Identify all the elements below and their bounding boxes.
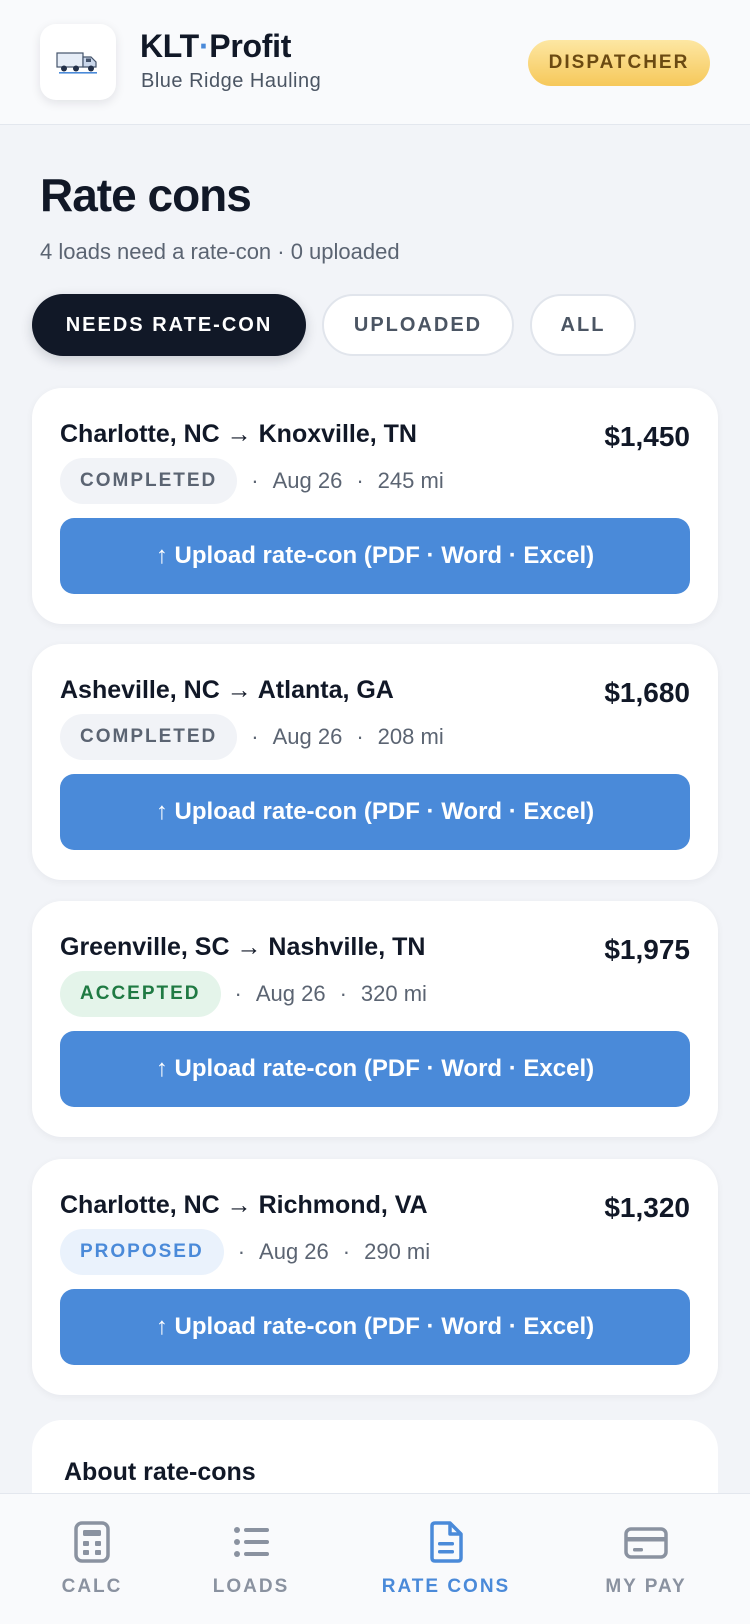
separator: ·: [234, 981, 242, 1006]
nav-label: RATE CONS: [381, 1576, 511, 1597]
truck-logo-icon: [56, 52, 97, 74]
nav-loads[interactable]: LOADS: [206, 1494, 296, 1624]
load-date: Aug 26: [255, 981, 326, 1006]
load-miles: 208 mi: [377, 724, 444, 749]
load-price: $1,450: [604, 421, 690, 452]
credit-card-icon: [624, 1527, 668, 1559]
tab-needs-rate-con[interactable]: NEEDS RATE-CON: [32, 294, 306, 356]
tab-all[interactable]: ALL: [530, 294, 636, 356]
about-title: About rate-cons: [64, 1458, 256, 1486]
load-date: Aug 26: [272, 468, 343, 493]
app-title-part: KLT: [140, 28, 199, 64]
load-price: $1,975: [604, 934, 690, 965]
separator: ·: [251, 468, 259, 493]
load-date: Aug 26: [272, 724, 343, 749]
load-route: Greenville, SC → Nashville, TN: [60, 933, 426, 961]
load-meta: COMPLETED · Aug 26 · 208 mi: [60, 714, 444, 760]
role-badge[interactable]: DISPATCHER: [528, 40, 710, 86]
bottom-nav: CALC LOADS RATE CONS MY PAY: [0, 1493, 750, 1624]
load-miles: 245 mi: [377, 468, 444, 493]
status-badge: PROPOSED: [60, 1229, 224, 1275]
load-card: Charlotte, NC → Richmond, VA $1,320 PROP…: [32, 1159, 718, 1395]
nav-rate-cons[interactable]: RATE CONS: [376, 1494, 516, 1624]
upload-rate-con-button[interactable]: ↑ Upload rate-con (PDF · Word · Excel): [60, 1289, 690, 1365]
nav-label: CALC: [61, 1576, 123, 1597]
load-date: Aug 26: [259, 1239, 329, 1264]
load-meta: COMPLETED · Aug 26 · 245 mi: [60, 458, 444, 504]
logo: [40, 24, 116, 100]
load-price: $1,680: [604, 677, 690, 708]
load-meta: ACCEPTED · Aug 26 · 320 mi: [60, 971, 427, 1017]
upload-rate-con-button[interactable]: ↑ Upload rate-con (PDF · Word · Excel): [60, 774, 690, 850]
status-badge: ACCEPTED: [60, 971, 221, 1017]
load-route: Charlotte, NC → Knoxville, TN: [60, 420, 417, 448]
app-title: KLT·Profit: [140, 28, 291, 65]
load-meta: PROPOSED · Aug 26 · 290 mi: [60, 1229, 430, 1275]
upload-rate-con-button[interactable]: ↑ Upload rate-con (PDF · Word · Excel): [60, 518, 690, 594]
load-card: Asheville, NC → Atlanta, GA $1,680 COMPL…: [32, 644, 718, 880]
tab-uploaded[interactable]: UPLOADED: [322, 294, 514, 356]
status-badge: COMPLETED: [60, 458, 238, 504]
list-icon: [234, 1527, 269, 1557]
load-price: $1,320: [604, 1192, 690, 1223]
nav-my-pay[interactable]: MY PAY: [592, 1494, 700, 1624]
separator: ·: [237, 1239, 246, 1264]
separator: ·: [342, 1239, 351, 1264]
load-miles: 320 mi: [360, 981, 427, 1006]
nav-label: LOADS: [212, 1576, 290, 1597]
status-badge: COMPLETED: [60, 714, 238, 760]
page-subtitle: 4 loads need a rate-con · 0 uploaded: [40, 239, 400, 264]
nav-calc[interactable]: CALC: [52, 1494, 132, 1624]
calculator-icon: [74, 1521, 110, 1563]
app-header: KLT·Profit Blue Ridge Hauling DISPATCHER: [0, 0, 750, 125]
load-card: Greenville, SC → Nashville, TN $1,975 AC…: [32, 901, 718, 1137]
load-route: Charlotte, NC → Richmond, VA: [60, 1191, 428, 1219]
nav-label: MY PAY: [605, 1576, 687, 1597]
upload-rate-con-button[interactable]: ↑ Upload rate-con (PDF · Word · Excel): [60, 1031, 690, 1107]
separator: ·: [356, 468, 364, 493]
load-miles: 290 mi: [364, 1239, 431, 1264]
company-name: Blue Ridge Hauling: [141, 70, 322, 92]
page-title: Rate cons: [40, 169, 252, 221]
load-card: Charlotte, NC → Knoxville, TN $1,450 COM…: [32, 388, 718, 624]
separator: ·: [356, 724, 364, 749]
app-title-part: Profit: [209, 28, 292, 64]
document-icon: [430, 1521, 463, 1563]
load-route: Asheville, NC → Atlanta, GA: [60, 676, 394, 704]
separator: ·: [251, 724, 259, 749]
app-title-dot: ·: [198, 28, 210, 64]
separator: ·: [339, 981, 347, 1006]
